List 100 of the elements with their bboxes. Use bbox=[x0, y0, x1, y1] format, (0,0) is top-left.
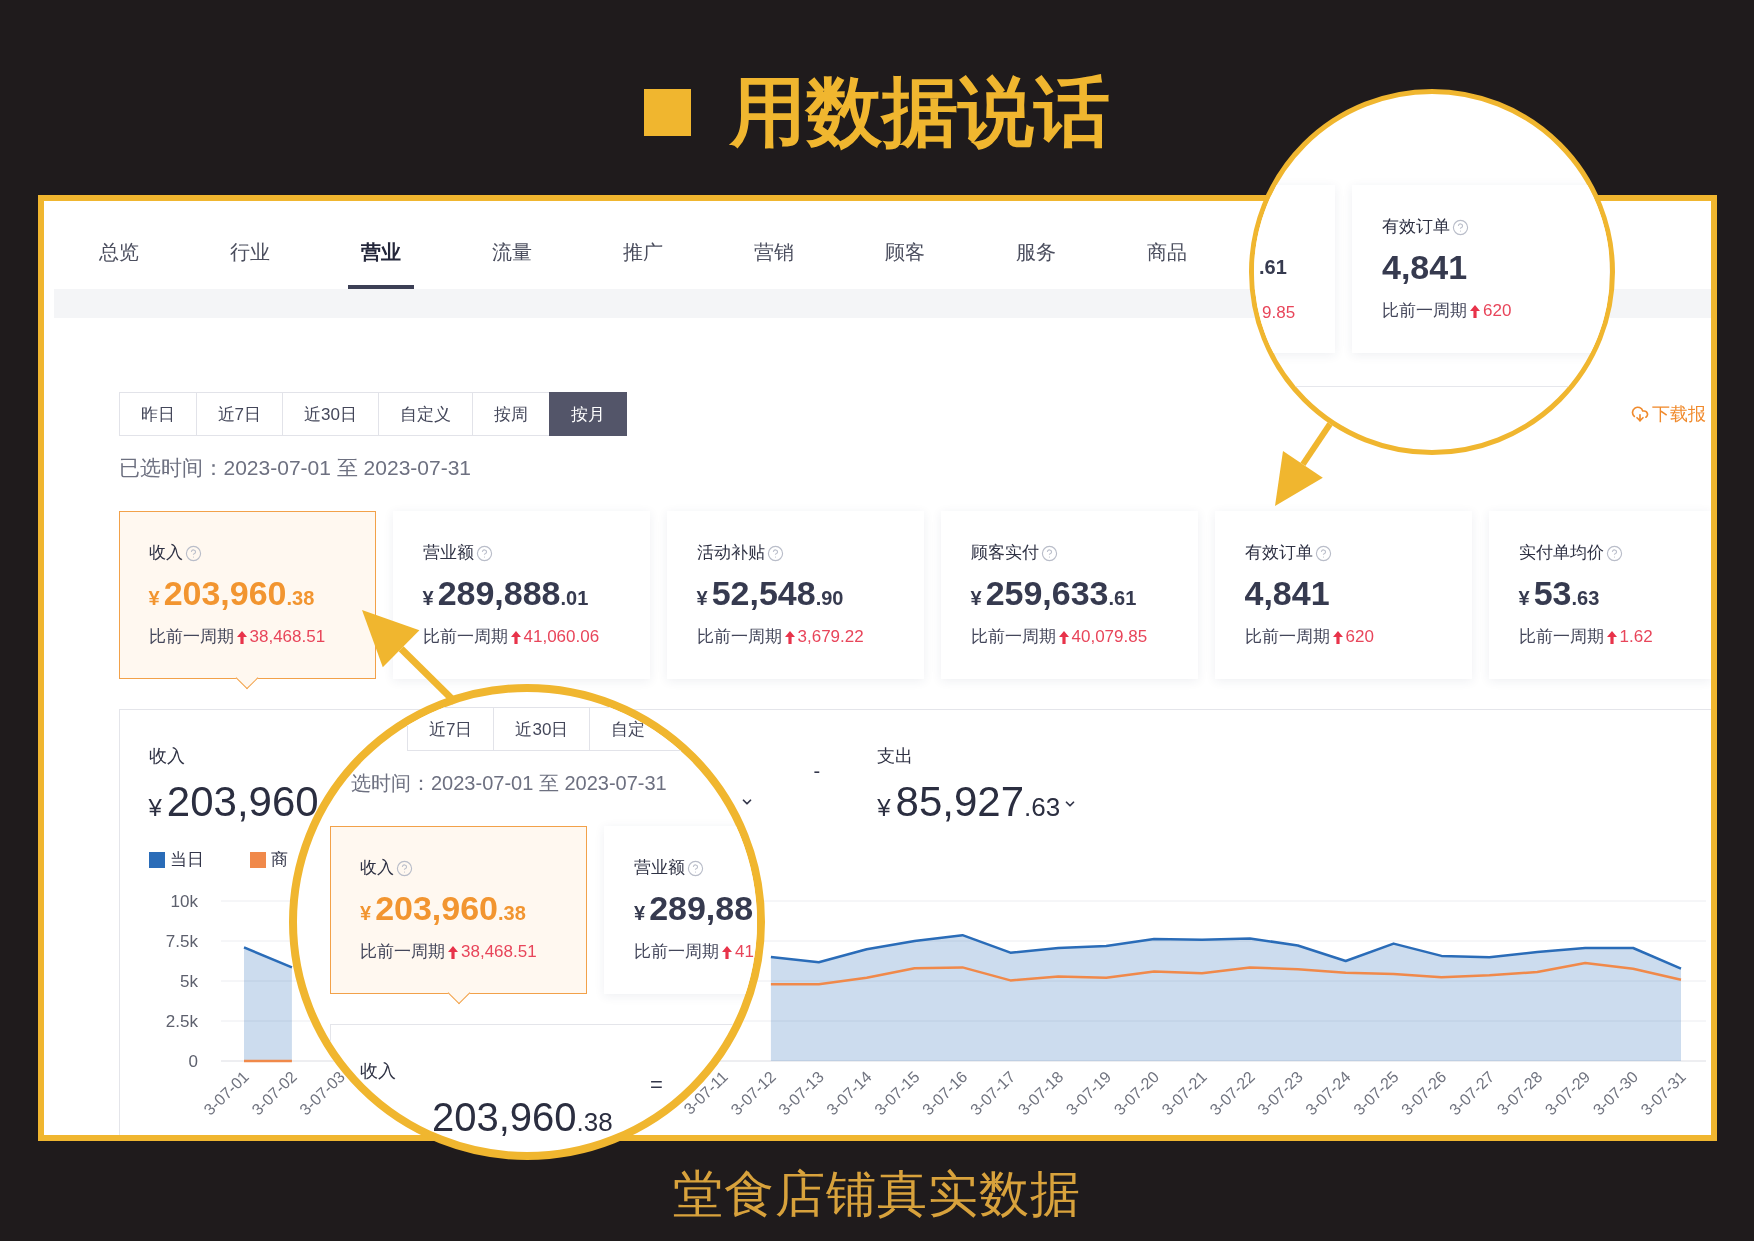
metric-value: ¥259,633.61 bbox=[970, 573, 1137, 614]
up-arrow-icon bbox=[1058, 630, 1069, 644]
range-button[interactable]: 按周 bbox=[471, 392, 550, 436]
range-button[interactable]: 近7日 bbox=[195, 392, 283, 436]
delta-value: 41,060.06 bbox=[523, 626, 600, 648]
metric-value: .61 bbox=[1259, 255, 1287, 280]
metric-value: ¥289,888.01 bbox=[422, 573, 589, 614]
nav-tab[interactable]: 流量 bbox=[446, 201, 578, 289]
metric-label: 活动补贴 bbox=[696, 542, 765, 564]
headline: 用数据说话 bbox=[730, 72, 1110, 152]
nav-tab[interactable]: 总览 bbox=[53, 201, 185, 289]
delta-value: 3,679.22 bbox=[797, 626, 864, 648]
metric-card[interactable]: 活动补贴 ¥52,548.90 比前一周期 3,679.22 bbox=[666, 511, 924, 679]
delta-value: 38,468.51 bbox=[249, 626, 326, 648]
y-axis-label: 2.5k bbox=[165, 1012, 198, 1031]
up-arrow-icon bbox=[1470, 304, 1480, 318]
range-button[interactable]: 近7日 bbox=[407, 707, 495, 751]
range-button[interactable]: 昨日 bbox=[118, 392, 197, 436]
compare-label: 比前一周期 bbox=[1244, 626, 1330, 648]
delta-value: 620 bbox=[1345, 626, 1374, 648]
nav-tab[interactable]: 营业 bbox=[315, 201, 447, 289]
selected-range-text: 选时间：2023-07-01 至 2023-07-31 bbox=[351, 771, 667, 795]
nav-tab[interactable]: 商品 bbox=[1101, 201, 1233, 289]
help-icon bbox=[1040, 544, 1058, 562]
delta-value: 41 bbox=[735, 941, 754, 963]
compare-label: 比前一周期 bbox=[360, 941, 445, 963]
summary-value: 203,960.38 bbox=[432, 1094, 613, 1141]
metric-value: ¥203,960.38 bbox=[360, 888, 526, 929]
metric-label: 营业额 bbox=[634, 857, 685, 879]
summary-value: ¥203,960 bbox=[148, 778, 319, 826]
metric-label: 收入 bbox=[360, 857, 394, 879]
nav-tab[interactable]: 营销 bbox=[708, 201, 840, 289]
compare-label: 比前一周期 bbox=[696, 626, 782, 648]
y-axis-label: 5k bbox=[179, 972, 198, 991]
caption: 堂食店铺真实数据 bbox=[673, 1167, 1081, 1221]
metric-value: ¥52,548.90 bbox=[696, 573, 844, 614]
summary-label: 收入 bbox=[360, 1060, 396, 1082]
nav-tab[interactable]: 行业 bbox=[184, 201, 316, 289]
help-icon bbox=[1314, 544, 1332, 562]
up-arrow-icon bbox=[448, 945, 458, 959]
metric-label: 收入 bbox=[148, 542, 183, 564]
help-icon bbox=[184, 544, 202, 562]
operator-sign: = bbox=[650, 1074, 663, 1096]
metric-card[interactable]: 营业额 ¥289,88 比前一周期 41 bbox=[604, 826, 757, 994]
help-icon bbox=[766, 544, 784, 562]
summary-label: 支出 bbox=[877, 745, 914, 767]
delta-value: 40,079.85 bbox=[1071, 626, 1148, 648]
metric-label: 顾客实付 bbox=[970, 542, 1039, 564]
compare-label: 比前一周期 bbox=[634, 941, 719, 963]
y-axis-label: 10k bbox=[170, 892, 198, 911]
legend-label: 当日 bbox=[169, 849, 204, 871]
metric-value: ¥53.63 bbox=[1518, 573, 1600, 614]
metric-label: 实付单均价 bbox=[1518, 542, 1604, 564]
y-axis-label: 0 bbox=[188, 1052, 198, 1071]
delta-value: 9.85 bbox=[1262, 302, 1296, 324]
help-icon bbox=[475, 544, 493, 562]
metric-card[interactable]: 营业额 ¥289,888.01 比前一周期 41,060.06 bbox=[392, 511, 650, 679]
range-button[interactable]: 自定义 bbox=[377, 392, 473, 436]
range-button[interactable]: 按月 bbox=[548, 392, 627, 436]
y-axis-label: 7.5k bbox=[165, 932, 198, 951]
help-icon bbox=[1452, 218, 1469, 236]
metric-label: 有效订单 bbox=[1382, 216, 1450, 238]
metric-card[interactable]: 有效订单 4,841 比前一周期 620 bbox=[1214, 511, 1472, 679]
compare-label: 比前一周期 bbox=[970, 626, 1056, 648]
compare-label: 比前一周期 bbox=[422, 626, 508, 648]
up-arrow-icon bbox=[784, 630, 795, 644]
nav-tab[interactable]: 顾客 bbox=[839, 201, 971, 289]
help-icon bbox=[687, 859, 704, 877]
selected-range-text: 已选时间：2023-07-01 至 2023-07-31 bbox=[118, 456, 471, 480]
delta-value: 38,468.51 bbox=[461, 941, 537, 963]
metric-value: ¥289,88 bbox=[634, 888, 754, 929]
summary-label: 收入 bbox=[148, 745, 185, 767]
metric-card[interactable]: 顾客实付 ¥259,633.61 比前一周期 40,079.85 bbox=[940, 511, 1198, 679]
nav-tab[interactable]: 推广 bbox=[577, 201, 709, 289]
metric-label: 营业额 bbox=[422, 542, 474, 564]
metric-card[interactable]: 有效订单 4,841 比前一周期 620 bbox=[1352, 185, 1609, 353]
summary-value: ¥85,927.63 bbox=[877, 778, 1061, 826]
nav-tab[interactable]: 服务 bbox=[970, 201, 1102, 289]
up-arrow-icon bbox=[236, 630, 247, 644]
range-button[interactable]: 近30日 bbox=[281, 392, 379, 436]
up-arrow-icon bbox=[722, 945, 732, 959]
metric-value: 4,841 bbox=[1382, 247, 1468, 288]
title-square-icon bbox=[644, 88, 691, 136]
up-arrow-icon bbox=[1332, 630, 1343, 644]
cloud-download-icon bbox=[1630, 405, 1649, 423]
metric-value: 4,841 bbox=[1244, 573, 1330, 614]
up-arrow-icon bbox=[510, 630, 521, 644]
compare-label: 比前一周期 bbox=[1518, 626, 1604, 648]
operator-sign: - bbox=[813, 760, 821, 782]
delta-value: 620 bbox=[1483, 300, 1512, 322]
help-icon bbox=[1605, 544, 1623, 562]
legend-label: 商 bbox=[270, 849, 288, 871]
metric-card[interactable]: 实付单均价 ¥53.63 比前一周期 1.62 bbox=[1488, 511, 1711, 679]
metric-card[interactable]: .61 9.85 bbox=[1254, 185, 1335, 353]
range-button[interactable]: 近30日 bbox=[493, 707, 591, 751]
metric-value: ¥203,960.38 bbox=[148, 573, 315, 614]
compare-label: 比前一周期 bbox=[1382, 300, 1467, 322]
help-icon bbox=[396, 859, 413, 877]
metric-label: 有效订单 bbox=[1244, 542, 1313, 564]
up-arrow-icon bbox=[1606, 630, 1617, 644]
